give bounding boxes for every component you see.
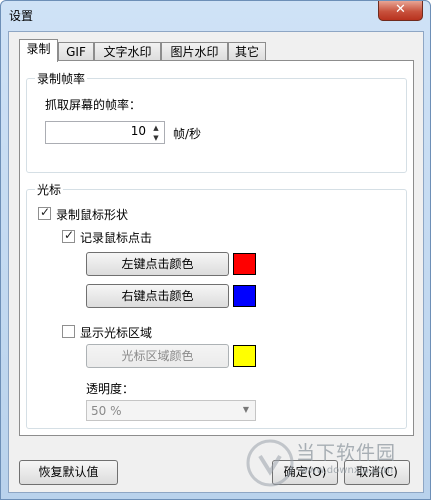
settings-dialog: 设置 ✕ 录制 GIF 文字水印 图片水印 其它 录制帧率 抓取屏幕的帧率： 1… [0, 0, 431, 500]
spinner-arrows-icon[interactable]: ▲ ▼ [150, 123, 162, 143]
fps-value: 10 [130, 124, 146, 138]
tab-record[interactable]: 录制 [19, 39, 58, 62]
dialog-client-area: 录制 GIF 文字水印 图片水印 其它 录制帧率 抓取屏幕的帧率： 10 ▲ ▼ … [8, 31, 424, 493]
area-color-button[interactable]: 光标区域颜色 [86, 344, 229, 368]
record-cursor-checkbox[interactable]: ✓ [38, 205, 51, 220]
cursor-group-title: 光标 [35, 181, 64, 198]
tab-text-watermark[interactable]: 文字水印 [94, 42, 161, 61]
tab-other[interactable]: 其它 [228, 42, 266, 61]
close-button[interactable]: ✕ [378, 1, 423, 21]
area-color-swatch[interactable] [233, 345, 256, 367]
framerate-group: 录制帧率 抓取屏幕的帧率： 10 ▲ ▼ 帧/秒 [26, 70, 407, 173]
checkmark-icon: ✓ [64, 228, 75, 242]
tab-gif[interactable]: GIF [58, 42, 94, 61]
record-cursor-label: 录制鼠标形状 [56, 208, 129, 222]
right-click-color-swatch[interactable] [233, 285, 256, 307]
checkmark-icon: ✓ [40, 205, 51, 219]
left-click-color-swatch[interactable] [233, 253, 256, 275]
chevron-down-icon: ▼ [242, 405, 249, 414]
opacity-value: 50 % [91, 404, 122, 418]
fps-spinner[interactable]: 10 ▲ ▼ [45, 121, 165, 144]
opacity-dropdown[interactable]: 50 % ▼ [86, 400, 256, 421]
cursor-group: 光标 ✓ 录制鼠标形状 ✓ 记录鼠标点击 左键点击颜色 右键点击颜色 显示光标区… [26, 181, 407, 429]
show-area-label: 显示光标区域 [80, 326, 153, 340]
capture-rate-label: 抓取屏幕的帧率： [45, 98, 142, 112]
tab-image-watermark[interactable]: 图片水印 [161, 42, 228, 61]
watermark-logo: 当下软件园 www.downxia.com [244, 434, 424, 492]
title-bar: 设置 ✕ [1, 1, 430, 31]
window-title: 设置 [9, 9, 34, 23]
record-tab-panel: 录制帧率 抓取屏幕的帧率： 10 ▲ ▼ 帧/秒 光标 ✓ 录制鼠标形状 ✓ 记录… [19, 60, 414, 436]
left-click-color-button[interactable]: 左键点击颜色 [86, 252, 229, 276]
watermark-name: 当下软件园 [296, 442, 397, 464]
watermark-url: www.downxia.com [300, 465, 394, 476]
framerate-group-title: 录制帧率 [35, 70, 88, 87]
opacity-label: 透明度： [86, 382, 135, 396]
fps-unit-label: 帧/秒 [173, 127, 202, 141]
record-clicks-checkbox[interactable]: ✓ [62, 228, 75, 243]
reset-defaults-button[interactable]: 恢复默认值 [19, 460, 118, 485]
right-click-color-button[interactable]: 右键点击颜色 [86, 284, 229, 308]
record-clicks-label: 记录鼠标点击 [80, 231, 153, 245]
show-area-checkbox[interactable] [62, 325, 75, 338]
